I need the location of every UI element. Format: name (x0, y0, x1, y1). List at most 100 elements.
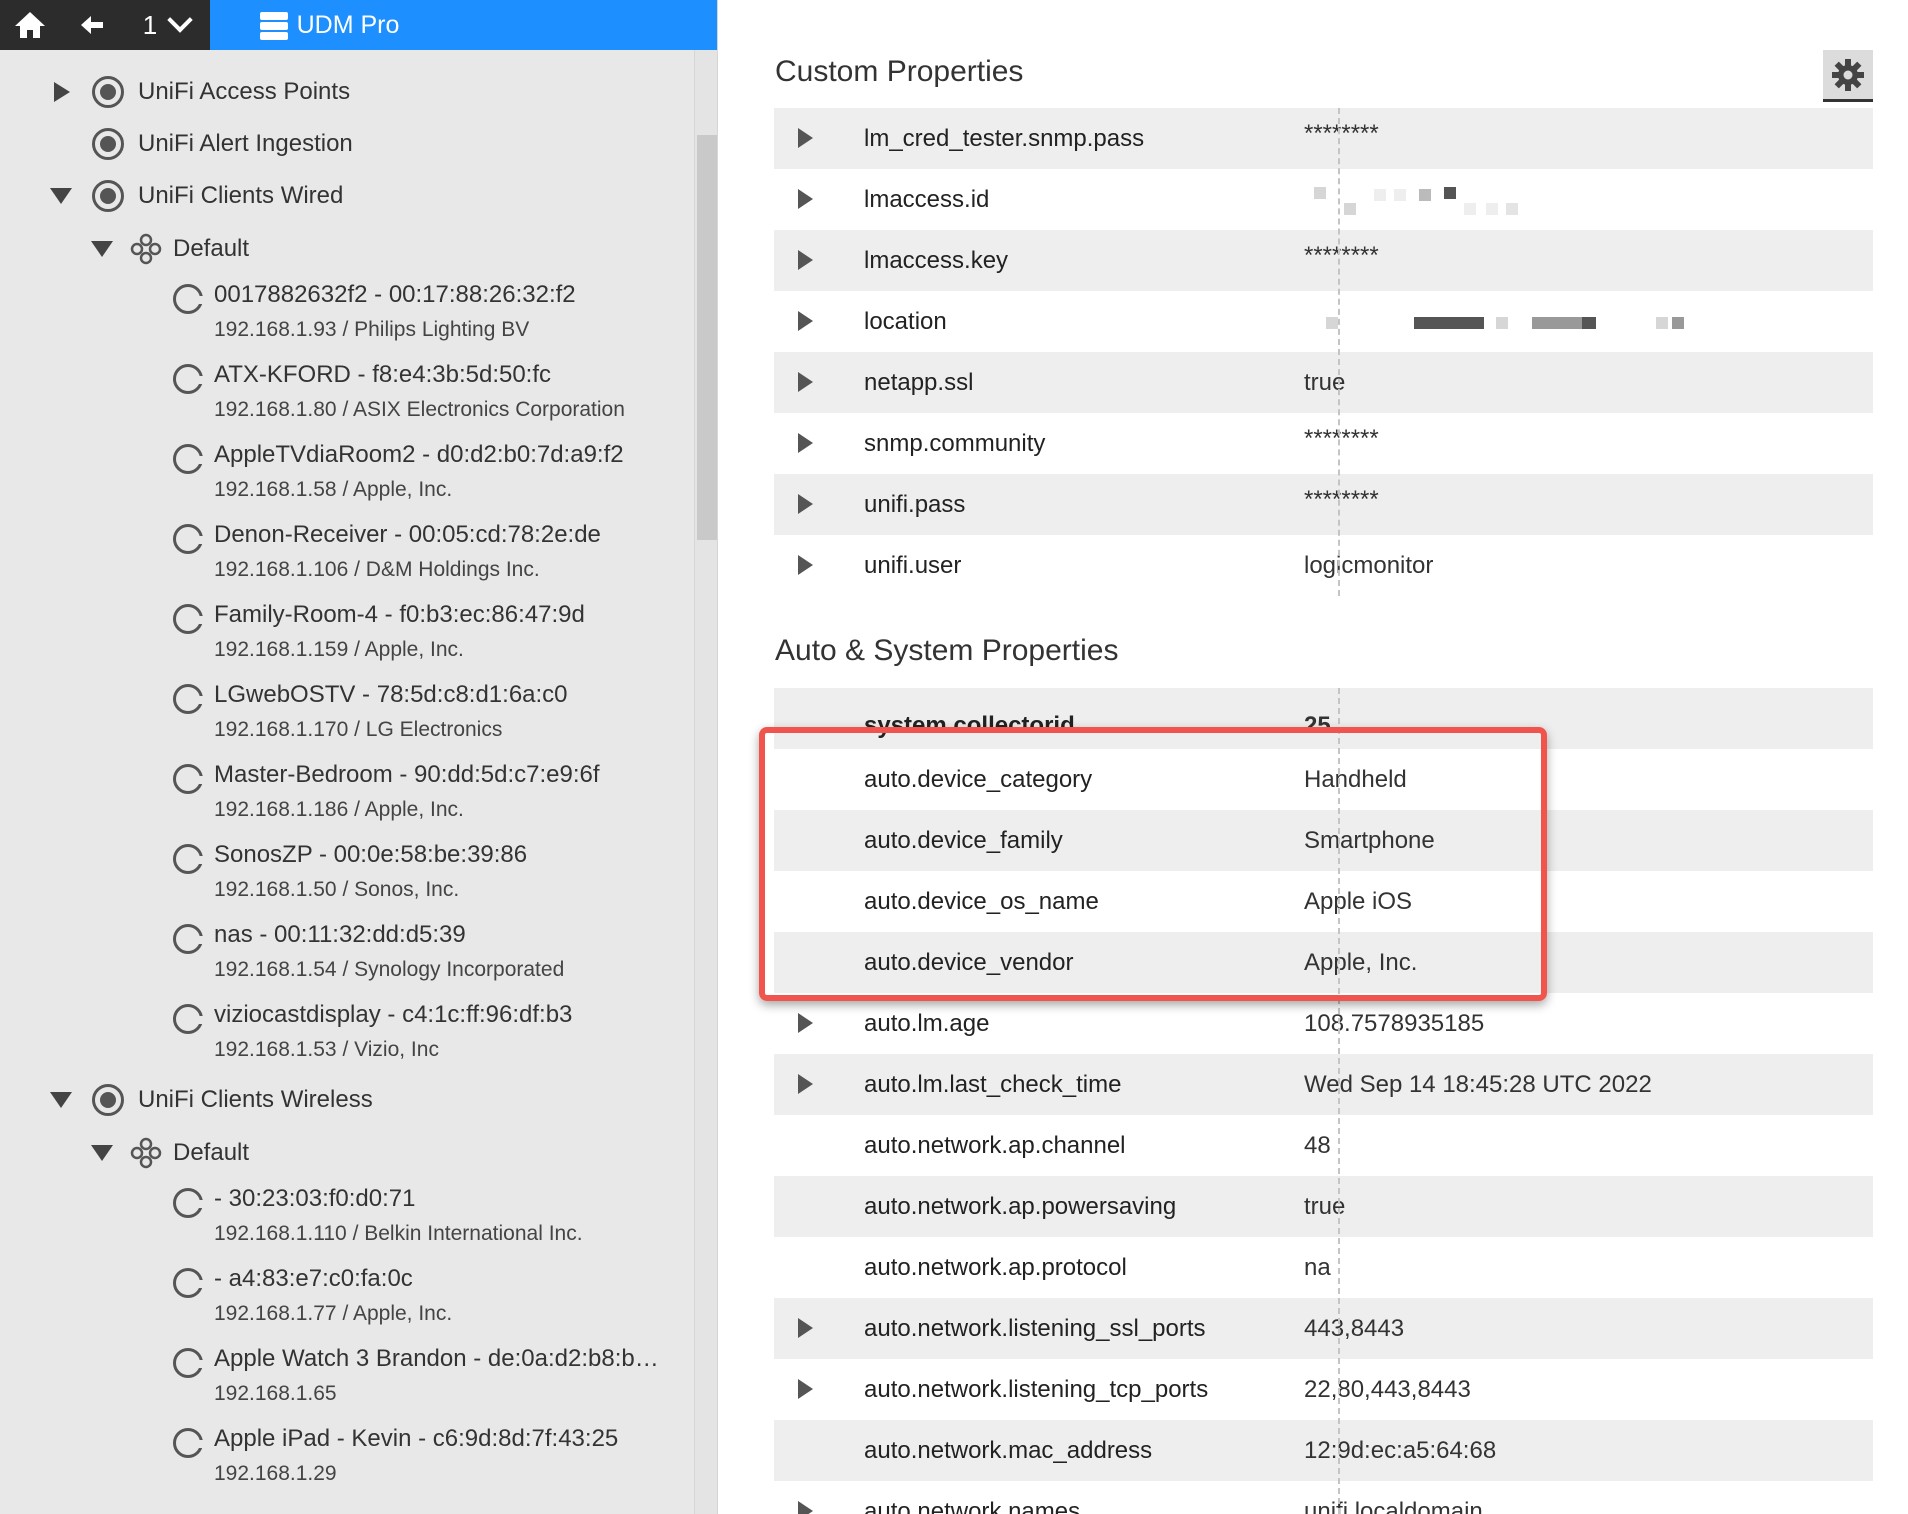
device-detail: 192.168.1.186 / Apple, Inc. (214, 798, 464, 821)
property-name: lm_cred_tester.snmp.pass (864, 124, 1145, 152)
device-name: Family-Room-4 - f0:b3:ec:86:47:9d (214, 601, 585, 628)
property-name: lmaccess.id (864, 185, 990, 213)
device-name: nas - 00:11:32:dd:d5:39 (214, 921, 466, 948)
device-icon (173, 1348, 205, 1378)
expand-arrow-icon[interactable] (798, 189, 813, 209)
device-detail: 192.168.1.77 / Apple, Inc. (214, 1302, 453, 1325)
collapse-arrow-icon[interactable] (91, 241, 113, 257)
property-row[interactable]: auto.network.listening_tcp_ports 22,80,4… (774, 1359, 1873, 1420)
device-detail: 192.168.1.65 (214, 1382, 337, 1405)
expand-arrow-icon[interactable] (798, 1318, 813, 1338)
property-row[interactable]: unifi.user logicmonitor (774, 535, 1873, 596)
breadcrumb-level-dropdown[interactable]: 1 (126, 0, 206, 50)
property-row[interactable]: auto.lm.age 108.7578935185 (774, 993, 1873, 1054)
device-name: SonosZP - 00:0e:58:be:39:86 (214, 841, 528, 868)
device-detail: 192.168.1.29 (214, 1462, 337, 1485)
property-name: netapp.ssl (864, 368, 974, 396)
breadcrumb-title: UDM Pro (296, 10, 400, 39)
dynamic-group-icon (130, 233, 162, 265)
device-detail: 192.168.1.80 / ASIX Electronics Corporat… (214, 398, 625, 421)
expand-arrow-icon[interactable] (798, 555, 813, 575)
property-row[interactable]: auto.network.ap.channel 48 (774, 1115, 1873, 1176)
property-row[interactable]: lmaccess.id (774, 169, 1873, 230)
resource-tree-panel: 1 UDM Pro UniFi Access Points UniFi Aler… (0, 0, 718, 1514)
device-name: Denon-Receiver - 00:05:cd:78:2e:de (214, 521, 601, 548)
scrollbar-thumb[interactable] (697, 135, 717, 540)
property-name: snmp.community (864, 429, 1046, 457)
device-name: AppleTVdiaRoom2 - d0:d2:b0:7d:a9:f2 (214, 441, 624, 468)
expand-arrow-icon[interactable] (798, 494, 813, 514)
settings-button[interactable] (1823, 50, 1873, 102)
property-row[interactable]: unifi.pass ******** (774, 474, 1873, 535)
property-row[interactable]: location (774, 291, 1873, 352)
property-value: 108.7578935185 (1304, 1009, 1485, 1037)
expand-arrow-icon[interactable] (798, 1074, 813, 1094)
device-name: - 30:23:03:f0:d0:71 (214, 1185, 416, 1212)
property-row[interactable]: auto.network.mac_address 12:9d:ec:a5:64:… (774, 1420, 1873, 1481)
expand-arrow-icon[interactable] (798, 1379, 813, 1399)
property-row[interactable]: netapp.ssl true (774, 352, 1873, 413)
device-detail: 192.168.1.159 / Apple, Inc. (214, 638, 464, 661)
expand-arrow-icon[interactable] (798, 372, 813, 392)
tree-subgroup-default[interactable]: Default (91, 1136, 249, 1170)
auto-properties-title: Auto & System Properties (775, 634, 1119, 667)
property-name: auto.network.mac_address (864, 1436, 1153, 1464)
property-row[interactable]: auto.network.listening_ssl_ports 443,844… (774, 1298, 1873, 1359)
property-name: auto.network.listening_tcp_ports (864, 1375, 1209, 1403)
column-divider (1338, 108, 1340, 596)
property-row[interactable]: snmp.community ******** (774, 413, 1873, 474)
property-row[interactable]: auto.network.ap.powersaving true (774, 1176, 1873, 1237)
property-name: unifi.pass (864, 490, 966, 518)
tree-group-clients-wired[interactable]: UniFi Clients Wired (50, 180, 343, 212)
home-button[interactable] (0, 0, 60, 50)
device-icon (173, 924, 205, 954)
device-icon (173, 1188, 205, 1218)
back-button[interactable] (70, 0, 114, 50)
device-detail: 192.168.1.170 / LG Electronics (214, 718, 503, 741)
tree-subgroup-label: Default (173, 1139, 250, 1166)
chevron-down-icon (167, 7, 193, 33)
device-icon (173, 764, 205, 794)
device-detail: 192.168.1.50 / Sonos, Inc. (214, 878, 460, 901)
home-icon (15, 12, 45, 38)
property-row[interactable]: auto.network.names unifi.localdomain (774, 1481, 1873, 1514)
tree-group-alert-ingestion[interactable]: UniFi Alert Ingestion (92, 128, 353, 160)
property-value: 22,80,443,8443 (1304, 1375, 1471, 1403)
tree-group-access-points[interactable]: UniFi Access Points (54, 76, 350, 108)
property-name: unifi.user (864, 551, 962, 579)
device-name: Apple iPad - Kevin - c6:9d:8d:7f:43:25 (214, 1425, 619, 1452)
tree-group-label: UniFi Alert Ingestion (138, 130, 353, 157)
property-value: 48 (1304, 1131, 1331, 1159)
property-name: location (864, 307, 947, 335)
device-detail: 192.168.1.110 / Belkin International Inc… (214, 1222, 583, 1245)
device-icon (173, 1268, 205, 1298)
device-icon (173, 844, 205, 874)
device-icon (173, 604, 205, 634)
property-row[interactable]: lmaccess.key ******** (774, 230, 1873, 291)
device-icon (173, 1428, 205, 1458)
expand-arrow-icon[interactable] (798, 1501, 813, 1514)
expand-arrow-icon[interactable] (54, 82, 70, 102)
custom-properties-table: lm_cred_tester.snmp.pass ******** lmacce… (774, 108, 1873, 596)
expand-arrow-icon[interactable] (798, 433, 813, 453)
collapse-arrow-icon[interactable] (50, 188, 72, 204)
expand-arrow-icon[interactable] (798, 1013, 813, 1033)
property-row[interactable]: auto.lm.last_check_time Wed Sep 14 18:45… (774, 1054, 1873, 1115)
expand-arrow-icon[interactable] (798, 128, 813, 148)
tree-subgroup-default[interactable]: Default (91, 232, 249, 266)
tree-group-clients-wireless[interactable]: UniFi Clients Wireless (50, 1084, 373, 1116)
property-row[interactable]: auto.network.ap.protocol na (774, 1237, 1873, 1298)
breadcrumb-level: 1 (142, 9, 158, 40)
breadcrumb-current[interactable]: UDM Pro (228, 0, 428, 50)
tree-scrollbar[interactable] (694, 50, 717, 1514)
tree-group-label: UniFi Access Points (138, 78, 351, 105)
property-row[interactable]: lm_cred_tester.snmp.pass ******** (774, 108, 1873, 169)
device-detail: 192.168.1.53 / Vizio, Inc (214, 1038, 439, 1061)
expand-arrow-icon[interactable] (798, 311, 813, 331)
property-name: auto.network.listening_ssl_ports (864, 1314, 1206, 1342)
expand-arrow-icon[interactable] (798, 250, 813, 270)
collapse-arrow-icon[interactable] (91, 1145, 113, 1161)
server-icon (259, 12, 288, 40)
group-icon (92, 76, 124, 108)
collapse-arrow-icon[interactable] (50, 1092, 72, 1108)
